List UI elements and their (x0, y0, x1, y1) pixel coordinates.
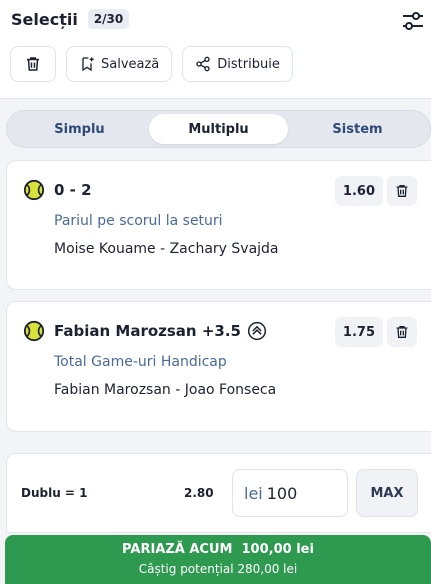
match-name: Fabian Marozsan - Joao Fonseca (54, 382, 277, 398)
trash-icon (396, 185, 408, 197)
max-stake-button[interactable]: MAX (356, 469, 418, 517)
action-buttons: Salvează Distribuie (10, 46, 293, 82)
market-name: Pariul pe scorul la seturi (54, 213, 223, 229)
stake-input[interactable]: lei 100 (232, 469, 348, 517)
share-label: Distribuie (217, 56, 280, 72)
page-title: Selecții (11, 9, 78, 29)
tab-simplu[interactable]: Simplu (10, 114, 149, 144)
remove-selection-button[interactable] (387, 176, 417, 206)
tab-sistem[interactable]: Sistem (288, 114, 427, 144)
selection-card: Fabian Marozsan +3.5 1.75 Total Game-uri… (6, 301, 431, 432)
selection-odd: 1.75 (334, 317, 383, 347)
total-odd: 2.80 (184, 486, 214, 500)
save-button[interactable]: Salvează (66, 46, 173, 82)
stake-amount[interactable]: 100 (267, 484, 298, 503)
bet-type-tabs: Simplu Multiplu Sistem (6, 110, 431, 148)
selection-name: Fabian Marozsan +3.5 (54, 322, 241, 340)
selection-card: 0 - 2 1.60 Pariul pe scorul la seturi Mo… (6, 160, 431, 290)
stake-panel: Dublu = 1 2.80 lei 100 MAX (6, 453, 431, 533)
tennis-ball-icon (23, 320, 45, 342)
boost-icon (247, 321, 267, 341)
tab-multiplu[interactable]: Multiplu (149, 114, 288, 144)
header-panel: Selecții 2/30 Salvează Distribuie (0, 0, 431, 99)
remove-selection-button[interactable] (387, 317, 417, 347)
place-bet-label: PARIAZĂ ACUM 100,00 lei (122, 542, 314, 557)
selection-header: 0 - 2 (23, 179, 92, 201)
share-icon (196, 56, 210, 72)
title-row: Selecții 2/30 (11, 9, 130, 29)
selection-odd: 1.60 (334, 176, 383, 206)
currency-label: lei (244, 483, 263, 503)
sliders-icon[interactable] (401, 9, 425, 33)
selection-header: Fabian Marozsan +3.5 (23, 320, 267, 342)
delete-all-button[interactable] (10, 46, 56, 82)
selection-count-badge: 2/30 (87, 9, 130, 29)
selection-name: 0 - 2 (54, 181, 92, 199)
bet-combination-label: Dublu = 1 (21, 486, 88, 500)
save-label: Salvează (101, 56, 160, 72)
place-bet-button[interactable]: PARIAZĂ ACUM 100,00 lei Câștig potențial… (5, 535, 431, 584)
trash-icon (396, 326, 408, 338)
share-button[interactable]: Distribuie (182, 46, 293, 82)
market-name: Total Game-uri Handicap (54, 354, 227, 370)
potential-win-label: Câștig potențial 280,00 lei (138, 562, 298, 576)
tennis-ball-icon (23, 179, 45, 201)
trash-icon (27, 57, 39, 71)
bookmark-add-icon (82, 57, 94, 72)
match-name: Moise Kouame - Zachary Svajda (54, 241, 279, 257)
